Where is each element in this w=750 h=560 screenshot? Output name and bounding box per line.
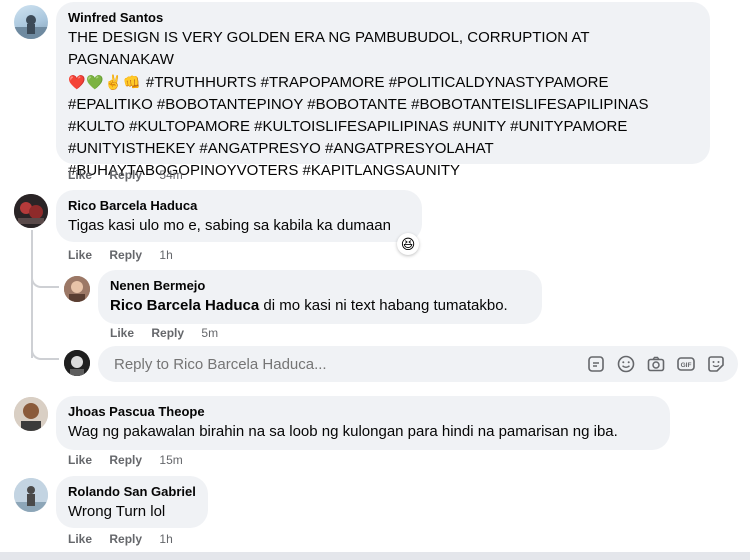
comment-author[interactable]: Rolando San Gabriel bbox=[68, 484, 196, 499]
reply-button[interactable]: Reply bbox=[109, 453, 142, 467]
comment-author[interactable]: Jhoas Pascua Theope bbox=[68, 404, 658, 419]
emoji-sequence: ❤️💚✌️👊 bbox=[68, 74, 142, 90]
avatar-photo bbox=[14, 397, 48, 431]
avatar[interactable] bbox=[14, 397, 48, 431]
reply-bubble: Nenen Bermejo Rico Barcela Haduca di mo … bbox=[98, 270, 542, 324]
comment-text: THE DESIGN IS VERY GOLDEN ERA NG PAMBUBU… bbox=[68, 29, 649, 179]
comment-bubble: Rico Barcela Haduca Tigas kasi ulo mo e,… bbox=[56, 190, 422, 242]
haha-reaction-icon[interactable]: 😆 bbox=[397, 233, 419, 255]
sticker-face-icon[interactable] bbox=[706, 354, 726, 374]
like-button[interactable]: Like bbox=[68, 168, 92, 182]
reply-button[interactable]: Reply bbox=[109, 532, 142, 546]
reply-button[interactable]: Reply bbox=[151, 326, 184, 340]
avatar[interactable] bbox=[14, 478, 48, 512]
avatar-photo bbox=[14, 478, 48, 512]
comment-actions: Like Reply 1h bbox=[68, 248, 173, 262]
avatar-photo bbox=[64, 276, 90, 302]
like-button[interactable]: Like bbox=[68, 532, 92, 546]
avatar-photo bbox=[14, 15, 48, 39]
comment-text: Rico Barcela Haduca di mo kasi ni text h… bbox=[110, 297, 508, 314]
comment-bubble: Jhoas Pascua Theope Wag ng pakawalan bir… bbox=[56, 396, 670, 450]
comment-time[interactable]: 1h bbox=[159, 532, 172, 546]
reply-button[interactable]: Reply bbox=[109, 248, 142, 262]
svg-text:GIF: GIF bbox=[681, 362, 692, 369]
like-button[interactable]: Like bbox=[68, 453, 92, 467]
like-button[interactable]: Like bbox=[68, 248, 92, 262]
comment-actions: Like Reply 5m bbox=[110, 326, 218, 340]
avatar-photo bbox=[14, 194, 48, 228]
like-button[interactable]: Like bbox=[110, 326, 134, 340]
emoji-icon[interactable] bbox=[616, 354, 636, 374]
camera-icon[interactable] bbox=[646, 354, 666, 374]
reply-button[interactable]: Reply bbox=[109, 168, 142, 182]
comment-time[interactable]: 15m bbox=[159, 453, 182, 467]
thread-branch bbox=[31, 340, 59, 360]
comment-bubble: Winfred Santos THE DESIGN IS VERY GOLDEN… bbox=[56, 2, 710, 179]
reply-input[interactable] bbox=[112, 346, 536, 384]
next-comment-edge bbox=[0, 552, 750, 560]
avatar-photo bbox=[64, 350, 90, 376]
thread-line bbox=[31, 230, 33, 358]
avatar[interactable] bbox=[14, 5, 48, 39]
comment-text: Wag ng pakawalan birahin na sa loob ng k… bbox=[68, 423, 618, 440]
thread-branch bbox=[31, 268, 59, 288]
comment-actions: Like Reply 54m bbox=[68, 168, 183, 182]
comment-actions: Like Reply 1h bbox=[68, 532, 173, 546]
comment-author[interactable]: Winfred Santos bbox=[68, 10, 698, 25]
comment-author[interactable]: Rico Barcela Haduca bbox=[68, 198, 410, 213]
comment-bubble: Rolando San Gabriel Wrong Turn lol bbox=[56, 476, 208, 528]
current-user-avatar[interactable] bbox=[64, 350, 90, 376]
comment-actions: Like Reply 15m bbox=[68, 453, 183, 467]
comment-time[interactable]: 1h bbox=[159, 248, 172, 262]
comment-text: Tigas kasi ulo mo e, sabing sa kabila ka… bbox=[68, 217, 391, 234]
comment-author[interactable]: Nenen Bermejo bbox=[110, 278, 530, 293]
comment-time[interactable]: 54m bbox=[159, 168, 182, 182]
mention-link[interactable]: Rico Barcela Haduca bbox=[110, 297, 259, 314]
comment-time[interactable]: 5m bbox=[201, 326, 218, 340]
sticker-icon[interactable] bbox=[586, 354, 606, 374]
gif-icon[interactable]: GIF bbox=[676, 354, 696, 374]
reply-composer: GIF bbox=[98, 346, 738, 384]
avatar[interactable] bbox=[64, 276, 90, 302]
comment-text: Wrong Turn lol bbox=[68, 503, 166, 520]
avatar[interactable] bbox=[14, 194, 48, 228]
